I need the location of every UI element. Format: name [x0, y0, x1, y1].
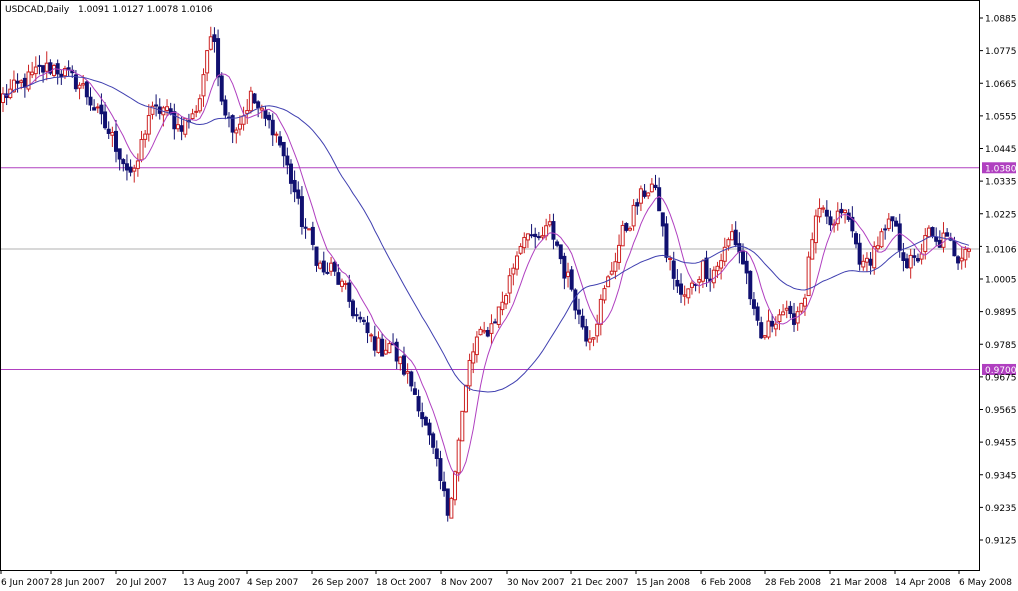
candle — [569, 266, 574, 292]
x-tick-label: 18 Oct 2007 — [376, 578, 432, 588]
x-tick-label: 20 Jul 2007 — [116, 578, 167, 588]
y-axis: 1.0885 1.0775 1.0665 1.0555 1.0445 1.0335 1.02… — [979, 15, 1017, 547]
x-axis: 6 Jun 2007 28 Jun 2007 20 Jul 2007 13 Aug 2… — [0, 570, 1012, 588]
y-tick-label: 0.9675 — [985, 373, 1017, 383]
x-tick-label: 28 Jun 2007 — [51, 578, 105, 588]
x-tick-label: 21 Dec 2007 — [571, 578, 629, 588]
x-tick-label: 8 Nov 2007 — [441, 578, 493, 588]
x-tick-label: 6 Jun 2007 — [1, 578, 49, 588]
candle — [879, 228, 884, 249]
y-tick-label: 0.9345 — [985, 471, 1017, 481]
y-tick-label: 0.9785 — [985, 341, 1017, 351]
chart-ohlc: 1.0091 1.0127 1.0078 1.0106 — [78, 5, 213, 15]
candle — [350, 298, 355, 319]
y-tick-label: 0.9235 — [985, 504, 1017, 514]
x-tick-label: 28 Feb 2008 — [765, 578, 821, 588]
x-tick-label: 14 Apr 2008 — [895, 578, 951, 588]
candle — [219, 72, 224, 106]
candle — [52, 63, 57, 78]
candle — [463, 384, 468, 413]
y-tick-label: 1.0775 — [985, 47, 1017, 57]
last-price-label: 1.0106 — [985, 246, 1017, 256]
x-tick-label: 13 Aug 2007 — [183, 578, 241, 588]
y-tick-label: 0.9455 — [985, 439, 1017, 449]
y-tick-label: 1.0445 — [985, 145, 1017, 155]
plot-area — [0, 0, 980, 571]
chart-symbol: USDCAD,Daily — [5, 5, 70, 15]
x-tick-label: 26 Sep 2007 — [312, 578, 369, 588]
candle — [453, 470, 458, 506]
y-tick-label: 1.0665 — [985, 80, 1017, 90]
x-tick-label: 4 Sep 2007 — [247, 578, 298, 588]
x-tick-label: 6 May 2008 — [959, 578, 1012, 588]
candle — [460, 410, 465, 442]
y-tick-label: 1.0885 — [985, 15, 1017, 25]
candle — [496, 306, 501, 329]
y-tick-label: 1.0225 — [985, 210, 1017, 220]
x-tick-label: 6 Feb 2008 — [701, 578, 752, 588]
x-tick-label: 15 Jan 2008 — [636, 578, 690, 588]
y-tick-label: 0.9565 — [985, 406, 1017, 416]
price-chart[interactable]: 1.03800.9700 1.08851.07751.06651.05551.0… — [0, 0, 1018, 591]
candle — [449, 496, 454, 519]
candle — [252, 92, 257, 104]
y-tick-label: 1.0555 — [985, 112, 1017, 122]
x-tick-label: 30 Nov 2007 — [507, 578, 565, 588]
level-label: 1.0380 — [985, 164, 1017, 174]
candle — [307, 228, 312, 231]
x-tick-label: 21 Mar 2008 — [830, 578, 887, 588]
candle — [423, 415, 428, 426]
y-tick-label: 1.0005 — [985, 276, 1017, 286]
y-tick-label: 0.9125 — [985, 537, 1017, 547]
y-tick-label: 0.9895 — [985, 308, 1017, 318]
y-tick-label: 1.0335 — [985, 178, 1017, 188]
candle — [248, 86, 253, 114]
